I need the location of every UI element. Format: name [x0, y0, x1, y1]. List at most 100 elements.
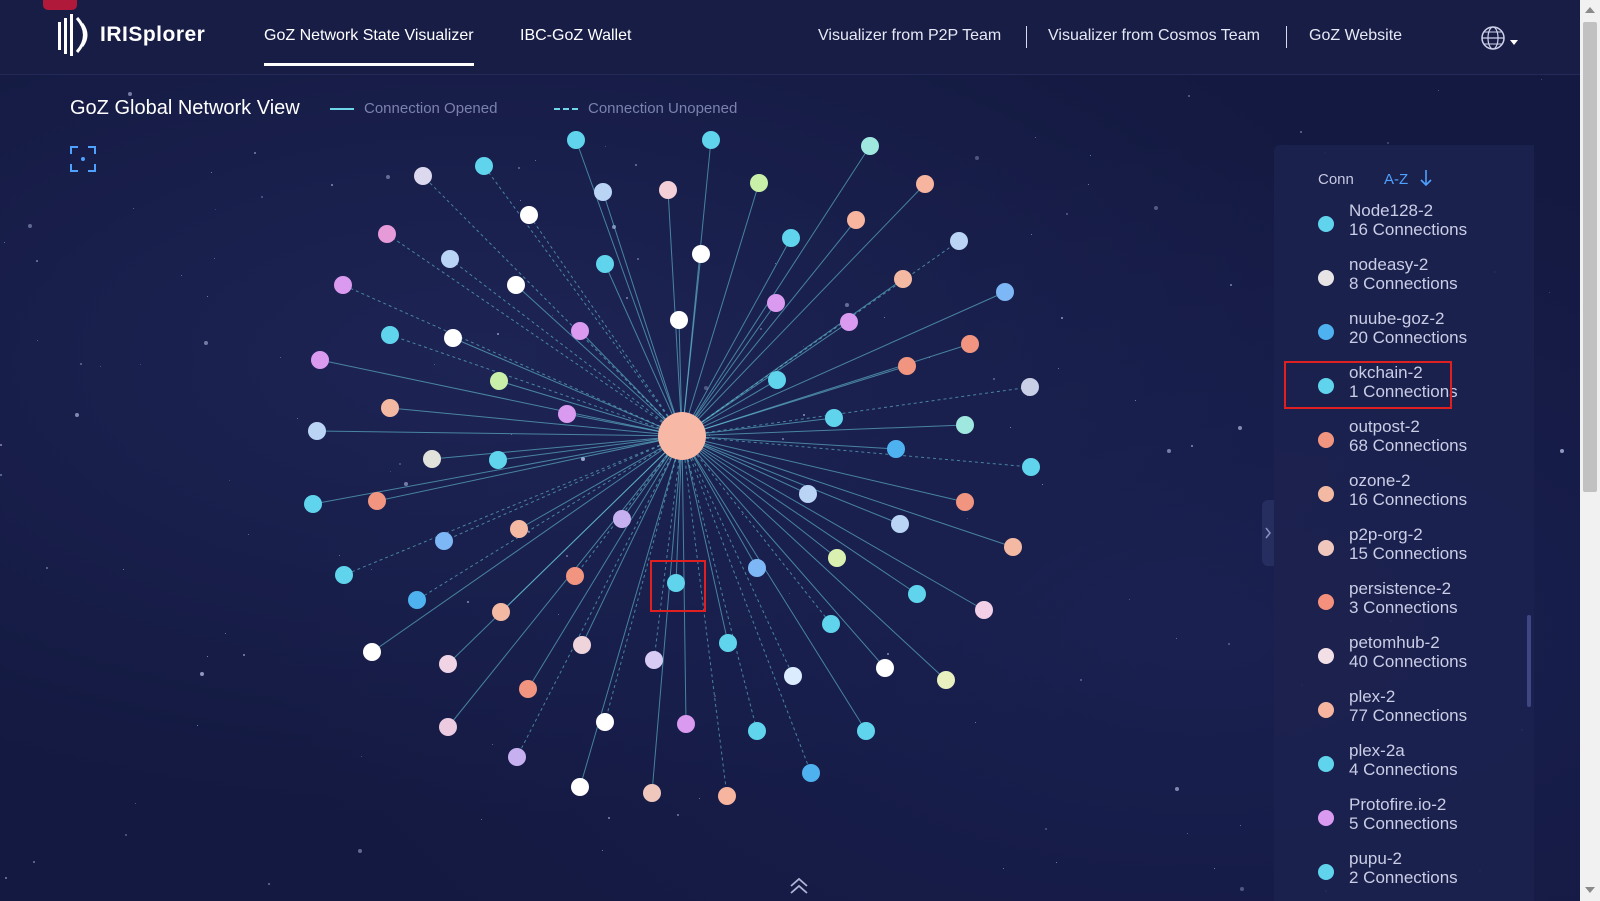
fullscreen-icon[interactable]	[70, 146, 96, 172]
graph-node[interactable]	[891, 515, 909, 533]
graph-node[interactable]	[1021, 378, 1039, 396]
graph-node[interactable]	[308, 422, 326, 440]
list-item[interactable]: Protofire.io-2 5 Connections	[1274, 795, 1514, 849]
graph-node[interactable]	[304, 495, 322, 513]
graph-node[interactable]	[828, 549, 846, 567]
scroll-thumb[interactable]	[1583, 22, 1597, 492]
graph-node[interactable]	[475, 157, 493, 175]
graph-node[interactable]	[956, 416, 974, 434]
graph-node[interactable]	[677, 715, 695, 733]
panel-collapse-toggle[interactable]	[1262, 500, 1274, 566]
graph-node[interactable]	[916, 175, 934, 193]
list-item[interactable]: ozone-2 16 Connections	[1274, 471, 1514, 525]
graph-node[interactable]	[594, 183, 612, 201]
graph-node[interactable]	[573, 636, 591, 654]
graph-node[interactable]	[702, 131, 720, 149]
graph-node[interactable]	[670, 311, 688, 329]
graph-node[interactable]	[975, 601, 993, 619]
graph-node[interactable]	[408, 591, 426, 609]
graph-node[interactable]	[768, 371, 786, 389]
graph-node[interactable]	[311, 351, 329, 369]
graph-node[interactable]	[857, 722, 875, 740]
graph-node[interactable]	[996, 283, 1014, 301]
list-item[interactable]: nuube-goz-2 20 Connections	[1274, 309, 1514, 363]
graph-node[interactable]	[510, 520, 528, 538]
graph-node[interactable]	[748, 722, 766, 740]
list-item[interactable]: p2p-org-2 15 Connections	[1274, 525, 1514, 579]
graph-node[interactable]	[489, 451, 507, 469]
graph-node[interactable]	[847, 211, 865, 229]
graph-node[interactable]	[381, 399, 399, 417]
graph-node[interactable]	[822, 615, 840, 633]
graph-node[interactable]	[435, 532, 453, 550]
list-item[interactable]: okchain-2 1 Connections	[1274, 361, 1514, 417]
graph-node[interactable]	[645, 651, 663, 669]
graph-node[interactable]	[767, 294, 785, 312]
graph-node[interactable]	[825, 409, 843, 427]
list-item[interactable]: Node128-2 16 Connections	[1274, 201, 1514, 255]
graph-node[interactable]	[887, 440, 905, 458]
graph-node[interactable]	[861, 137, 879, 155]
graph-node[interactable]	[908, 585, 926, 603]
sort-by-connections-tab[interactable]: Conn	[1318, 171, 1354, 188]
graph-node[interactable]	[692, 245, 710, 263]
sort-alphabetical-tab[interactable]: A-Z	[1384, 171, 1408, 188]
graph-node[interactable]	[961, 335, 979, 353]
graph-node[interactable]	[750, 174, 768, 192]
graph-hub-node[interactable]	[658, 412, 706, 460]
graph-node[interactable]	[566, 567, 584, 585]
graph-node[interactable]	[558, 405, 576, 423]
graph-node[interactable]	[441, 250, 459, 268]
scroll-down-arrow[interactable]	[1585, 887, 1595, 893]
graph-node[interactable]	[802, 764, 820, 782]
link-visualizer-cosmos-team[interactable]: Visualizer from Cosmos Team	[1048, 27, 1260, 45]
graph-node[interactable]	[571, 322, 589, 340]
link-goz-website[interactable]: GoZ Website	[1309, 27, 1402, 45]
graph-node[interactable]	[520, 206, 538, 224]
graph-node[interactable]	[1004, 538, 1022, 556]
graph-node[interactable]	[596, 255, 614, 273]
graph-node[interactable]	[718, 787, 736, 805]
graph-node[interactable]	[613, 510, 631, 528]
graph-node[interactable]	[378, 225, 396, 243]
graph-node[interactable]	[643, 784, 661, 802]
panel-scrollbar[interactable]	[1527, 615, 1531, 707]
link-visualizer-p2p-team[interactable]: Visualizer from P2P Team	[818, 27, 1001, 45]
list-item[interactable]: plex-2a 4 Connections	[1274, 741, 1514, 795]
network-graph[interactable]	[0, 0, 1260, 901]
graph-node[interactable]	[876, 659, 894, 677]
scroll-up-arrow[interactable]	[1585, 7, 1595, 13]
graph-node[interactable]	[596, 713, 614, 731]
list-item[interactable]: persistence-2 3 Connections	[1274, 579, 1514, 633]
graph-node[interactable]	[782, 229, 800, 247]
graph-node[interactable]	[414, 167, 432, 185]
list-item[interactable]: pupu-2 2 Connections	[1274, 849, 1514, 901]
graph-node[interactable]	[368, 492, 386, 510]
page-scrollbar[interactable]	[1580, 0, 1600, 901]
graph-node[interactable]	[444, 329, 462, 347]
graph-node[interactable]	[567, 131, 585, 149]
graph-node[interactable]	[490, 372, 508, 390]
list-item[interactable]: petomhub-2 40 Connections	[1274, 633, 1514, 687]
graph-node[interactable]	[1022, 458, 1040, 476]
tab-ibc-goz-wallet[interactable]: IBC-GoZ Wallet	[520, 27, 631, 45]
graph-node[interactable]	[439, 718, 457, 736]
graph-node[interactable]	[334, 276, 352, 294]
node-list[interactable]: Node128-2 16 Connections nodeasy-2 8 Connec…	[1274, 201, 1534, 901]
graph-node[interactable]	[799, 485, 817, 503]
graph-node[interactable]	[423, 450, 441, 468]
graph-node[interactable]	[894, 270, 912, 288]
graph-node[interactable]	[784, 667, 802, 685]
graph-node[interactable]	[898, 357, 916, 375]
graph-node[interactable]	[571, 778, 589, 796]
list-item[interactable]: plex-2 77 Connections	[1274, 687, 1514, 741]
chevron-down-icon[interactable]	[1510, 40, 1518, 45]
graph-node[interactable]	[335, 566, 353, 584]
list-item[interactable]: outpost-2 68 Connections	[1274, 417, 1514, 471]
graph-nodes[interactable]	[304, 131, 1040, 805]
graph-node[interactable]	[956, 493, 974, 511]
graph-node[interactable]	[840, 313, 858, 331]
graph-node[interactable]	[508, 748, 526, 766]
list-item[interactable]: nodeasy-2 8 Connections	[1274, 255, 1514, 309]
graph-node[interactable]	[748, 559, 766, 577]
